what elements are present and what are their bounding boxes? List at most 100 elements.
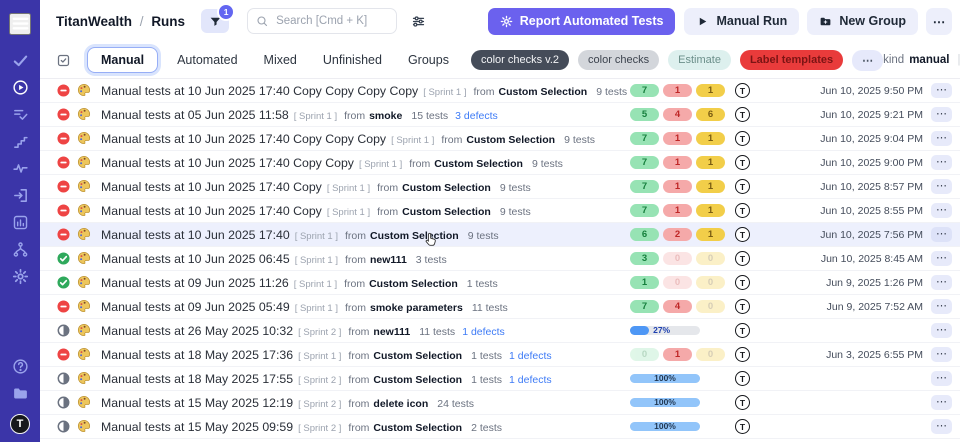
row-menu-button[interactable]: ⋯ xyxy=(931,347,952,362)
tab-automated[interactable]: Automated xyxy=(164,48,250,72)
row-menu-button[interactable]: ⋯ xyxy=(931,179,952,194)
tag-pill[interactable]: Label templates xyxy=(740,50,843,70)
table-row[interactable]: Manual tests at 15 May 2025 12:19[ Sprin… xyxy=(40,391,960,415)
table-row[interactable]: Manual tests at 10 Jun 2025 17:40 Copy C… xyxy=(40,79,960,103)
header-more-button[interactable]: ⋯ xyxy=(926,8,952,35)
filter-bar: ManualAutomatedMixedUnfinishedGroups col… xyxy=(40,42,960,79)
from-label: from xyxy=(348,350,369,362)
count-badge-g: 7 xyxy=(630,156,659,169)
run-sprint: [ Sprint 2 ] xyxy=(298,423,341,434)
table-row[interactable]: Manual tests at 18 May 2025 17:36[ Sprin… xyxy=(40,343,960,367)
tag-pill[interactable]: Estimate xyxy=(668,50,731,70)
row-menu-button[interactable]: ⋯ xyxy=(931,275,952,290)
run-title[interactable]: Manual tests at 09 Jun 2025 11:26 xyxy=(101,276,289,290)
sidebar-item-pulse[interactable] xyxy=(9,157,31,179)
sidebar-item-play-circle[interactable] xyxy=(9,76,31,98)
row-menu-button[interactable]: ⋯ xyxy=(931,371,952,386)
run-stats: 27% xyxy=(630,326,735,335)
sidebar-item-gear[interactable] xyxy=(9,265,31,287)
row-menu-button[interactable]: ⋯ xyxy=(931,131,952,146)
sidebar-item-import[interactable] xyxy=(9,184,31,206)
table-row[interactable]: Manual tests at 26 May 2025 10:32[ Sprin… xyxy=(40,319,960,343)
row-menu-button[interactable]: ⋯ xyxy=(931,299,952,314)
run-title[interactable]: Manual tests at 18 May 2025 17:36 xyxy=(101,348,293,362)
table-row[interactable]: Manual tests at 10 Jun 2025 17:40 Copy[ … xyxy=(40,199,960,223)
sidebar-item-help-circle[interactable] xyxy=(9,356,31,378)
run-defects-link[interactable]: 1 defects xyxy=(462,326,505,338)
tag-pill[interactable]: color checks v.2 xyxy=(471,50,569,70)
status-failed-icon xyxy=(57,180,70,193)
sidebar-item-check[interactable] xyxy=(9,49,31,71)
run-title[interactable]: Manual tests at 15 May 2025 12:19 xyxy=(101,396,293,410)
sidebar-item-bar-chart[interactable] xyxy=(9,211,31,233)
run-defects-link[interactable]: 3 defects xyxy=(455,110,498,122)
new-group-button[interactable]: New Group xyxy=(807,8,918,35)
sliders-icon xyxy=(411,14,426,29)
run-title[interactable]: Manual tests at 10 Jun 2025 17:40 Copy xyxy=(101,180,322,194)
run-stats: 711 xyxy=(630,180,735,193)
run-title[interactable]: Manual tests at 10 Jun 2025 17:40 xyxy=(101,228,290,242)
user-avatar[interactable]: T xyxy=(10,414,30,434)
sidebar-item-steps[interactable] xyxy=(9,130,31,152)
run-defects-link[interactable]: 1 defects xyxy=(509,374,552,386)
table-row[interactable]: Manual tests at 10 Jun 2025 17:40 Copy[ … xyxy=(40,175,960,199)
run-source: Custom Selection xyxy=(373,374,462,386)
run-title[interactable]: Manual tests at 09 Jun 2025 05:49 xyxy=(101,300,290,314)
row-menu-button[interactable]: ⋯ xyxy=(931,323,952,338)
breadcrumb-project[interactable]: TitanWealth xyxy=(56,14,132,29)
run-tests-count: 1 tests xyxy=(471,374,502,386)
search-icon xyxy=(256,15,268,27)
table-row[interactable]: Manual tests at 15 May 2025 09:59 [ Sprin… xyxy=(40,415,960,439)
row-menu-button[interactable]: ⋯ xyxy=(931,419,952,434)
row-menu-button[interactable]: ⋯ xyxy=(931,395,952,410)
filters-settings-button[interactable] xyxy=(409,12,428,31)
tab-manual[interactable]: Manual xyxy=(87,47,158,73)
run-title[interactable]: Manual tests at 18 May 2025 17:55 xyxy=(101,372,293,386)
row-menu-button[interactable]: ⋯ xyxy=(931,155,952,170)
run-title[interactable]: Manual tests at 10 Jun 2025 17:40 Copy C… xyxy=(101,156,354,170)
report-automated-tests-button[interactable]: Report Automated Tests xyxy=(488,8,676,35)
run-sprint: [ Sprint 1 ] xyxy=(295,255,338,266)
tab-mixed[interactable]: Mixed xyxy=(251,48,310,72)
table-row[interactable]: Manual tests at 10 Jun 2025 06:45 [ Sprin… xyxy=(40,247,960,271)
row-menu-button[interactable]: ⋯ xyxy=(931,107,952,122)
run-title[interactable]: Manual tests at 10 Jun 2025 17:40 Copy C… xyxy=(101,84,418,98)
run-title[interactable]: Manual tests at 05 Jun 2025 11:58 xyxy=(101,108,289,122)
palette-icon xyxy=(77,323,92,338)
search-box[interactable] xyxy=(247,8,397,34)
count-badge-g: 3 xyxy=(630,252,659,265)
table-row[interactable]: Manual tests at 09 Jun 2025 05:49[ Sprin… xyxy=(40,295,960,319)
run-title[interactable]: Manual tests at 10 Jun 2025 17:40 Copy C… xyxy=(101,132,386,146)
row-menu-button[interactable]: ⋯ xyxy=(931,227,952,242)
run-source: Custom Selection xyxy=(369,278,458,290)
table-row[interactable]: Manual tests at 10 Jun 2025 17:40 Copy C… xyxy=(40,151,960,175)
table-row[interactable]: Manual tests at 18 May 2025 17:55[ Sprin… xyxy=(40,367,960,391)
tab-groups[interactable]: Groups xyxy=(395,48,462,72)
progress-label: 100% xyxy=(630,422,700,431)
filter-button[interactable]: 1 xyxy=(201,9,229,33)
run-title[interactable]: Manual tests at 10 Jun 2025 06:45 xyxy=(101,252,290,266)
row-menu-button[interactable]: ⋯ xyxy=(931,83,952,98)
run-title[interactable]: Manual tests at 10 Jun 2025 17:40 Copy xyxy=(101,204,322,218)
tag-pill[interactable]: color checks xyxy=(578,50,659,70)
palette-icon xyxy=(77,227,92,242)
tag-pill[interactable]: ⋯ xyxy=(852,50,883,71)
run-title[interactable]: Manual tests at 15 May 2025 09:59 xyxy=(101,420,293,434)
table-row[interactable]: Manual tests at 10 Jun 2025 17:40[ Sprin… xyxy=(40,223,960,247)
table-row[interactable]: Manual tests at 09 Jun 2025 11:26[ Sprin… xyxy=(40,271,960,295)
table-row[interactable]: Manual tests at 10 Jun 2025 17:40 Copy C… xyxy=(40,127,960,151)
table-row[interactable]: Manual tests at 05 Jun 2025 11:58[ Sprin… xyxy=(40,103,960,127)
manual-run-button[interactable]: Manual Run xyxy=(684,8,799,35)
search-input[interactable] xyxy=(274,14,388,28)
sidebar-item-branch[interactable] xyxy=(9,238,31,260)
count-badge-g: 1 xyxy=(630,276,659,289)
tab-unfinished[interactable]: Unfinished xyxy=(310,48,395,72)
run-defects-link[interactable]: 1 defects xyxy=(509,350,552,362)
hamburger-menu-button[interactable] xyxy=(9,13,31,35)
sidebar-item-list-check[interactable] xyxy=(9,103,31,125)
sidebar-item-folder[interactable] xyxy=(9,383,31,405)
row-menu-button[interactable]: ⋯ xyxy=(931,203,952,218)
status-failed-icon xyxy=(57,300,70,313)
run-title[interactable]: Manual tests at 26 May 2025 10:32 xyxy=(101,324,293,338)
row-menu-button[interactable]: ⋯ xyxy=(931,251,952,266)
